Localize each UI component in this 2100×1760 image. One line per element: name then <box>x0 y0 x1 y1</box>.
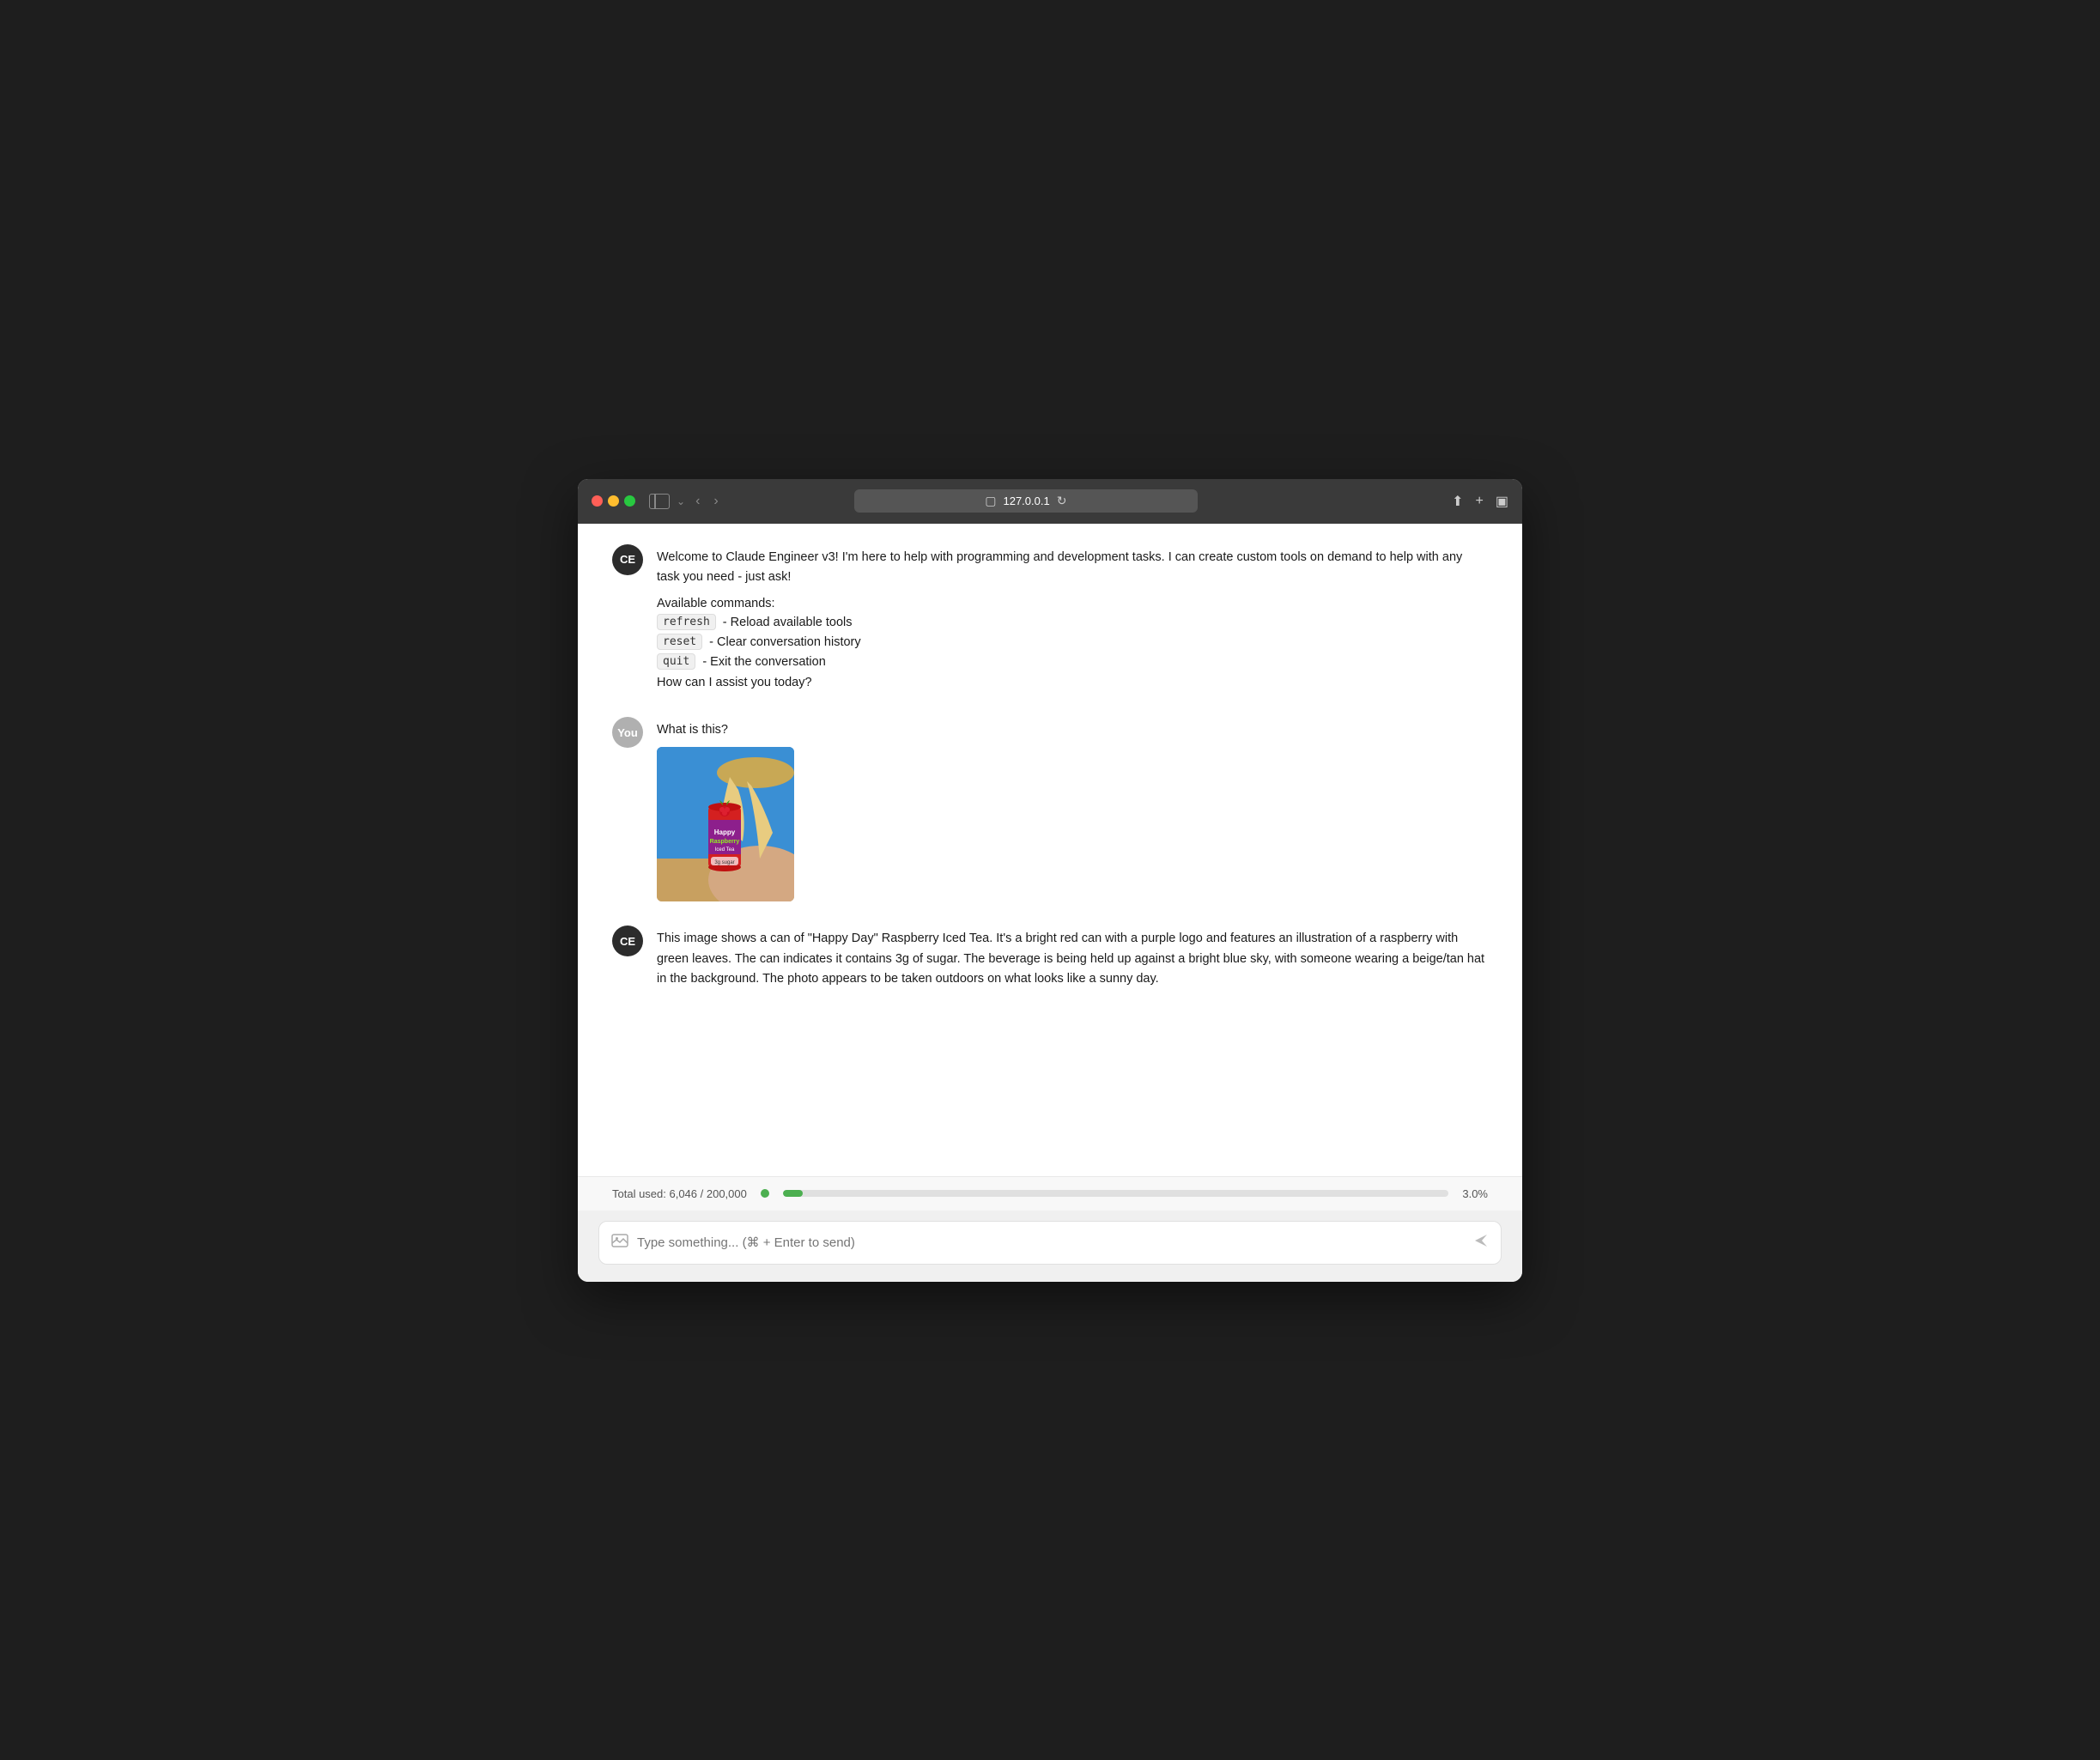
quit-tag: quit <box>657 653 695 670</box>
ce-response-message: CE This image shows a can of "Happy Day"… <box>612 926 1488 989</box>
ce-response-avatar: CE <box>612 926 643 956</box>
ce-response-text: This image shows a can of "Happy Day" Ra… <box>657 929 1488 989</box>
command-reset: reset - Clear conversation history <box>657 634 1488 650</box>
you-avatar: You <box>612 717 643 748</box>
forward-button[interactable]: › <box>710 492 721 511</box>
ce-avatar: CE <box>612 544 643 575</box>
chat-container: CE Welcome to Claude Engineer v3! I'm he… <box>578 524 1522 1176</box>
refresh-desc: - Reload available tools <box>723 616 853 629</box>
quit-desc: - Exit the conversation <box>702 655 825 669</box>
commands-list: Available commands: refresh - Reload ava… <box>657 594 1488 670</box>
sidebar-toggle-button[interactable] <box>649 494 670 509</box>
page-icon: ▢ <box>985 494 996 508</box>
traffic-light-green[interactable] <box>624 495 635 507</box>
reset-tag: reset <box>657 634 702 650</box>
ce-welcome-message: CE Welcome to Claude Engineer v3! I'm he… <box>612 544 1488 694</box>
tabs-button[interactable]: ▣ <box>1496 493 1508 510</box>
progress-dot <box>761 1189 769 1198</box>
reload-button[interactable]: ↻ <box>1057 494 1067 508</box>
command-quit: quit - Exit the conversation <box>657 653 1488 670</box>
send-button[interactable] <box>1473 1233 1489 1253</box>
new-tab-button[interactable]: + <box>1476 494 1484 509</box>
user-message: You What is this? <box>612 717 1488 901</box>
svg-text:Happy: Happy <box>714 828 736 836</box>
url-text: 127.0.0.1 <box>1003 495 1049 507</box>
welcome-text-footer: How can I assist you today? <box>657 673 1488 693</box>
progress-label: Total used: 6,046 / 200,000 <box>612 1187 747 1200</box>
back-button[interactable]: ‹ <box>692 492 703 511</box>
progress-fill <box>783 1190 803 1197</box>
traffic-light-red[interactable] <box>592 495 603 507</box>
browser-window: ⌄ ‹ › ▢ 127.0.0.1 ↻ ⬆ + ▣ CE Welcome to … <box>578 479 1522 1282</box>
browser-actions: ⬆ + ▣ <box>1452 493 1508 510</box>
svg-text:3g sugar: 3g sugar <box>714 860 734 865</box>
address-bar[interactable]: ▢ 127.0.0.1 ↻ <box>854 489 1198 513</box>
reset-desc: - Clear conversation history <box>709 635 861 649</box>
ce-response-content: This image shows a can of "Happy Day" Ra… <box>657 926 1488 989</box>
traffic-lights <box>592 495 635 507</box>
command-refresh: refresh - Reload available tools <box>657 614 1488 630</box>
progress-percentage: 3.0% <box>1462 1187 1488 1200</box>
user-message-content: What is this? <box>657 717 1488 901</box>
welcome-text-main: Welcome to Claude Engineer v3! I'm here … <box>657 548 1488 587</box>
chevron-down-icon[interactable]: ⌄ <box>677 495 685 507</box>
ce-welcome-content: Welcome to Claude Engineer v3! I'm here … <box>657 544 1488 694</box>
can-scene-svg: Happy Raspberry Iced Tea 3g sugar <box>657 747 794 901</box>
browser-controls: ⌄ ‹ › <box>649 492 722 511</box>
traffic-light-yellow[interactable] <box>608 495 619 507</box>
svg-text:Raspberry: Raspberry <box>710 839 740 845</box>
svg-text:Iced Tea: Iced Tea <box>715 847 735 853</box>
user-text: What is this? <box>657 720 1488 740</box>
progress-track <box>783 1190 1449 1197</box>
input-area <box>578 1211 1522 1282</box>
refresh-tag: refresh <box>657 614 716 630</box>
share-button[interactable]: ⬆ <box>1452 493 1463 510</box>
input-box <box>598 1221 1502 1265</box>
image-upload-button[interactable] <box>611 1232 628 1253</box>
chat-input[interactable] <box>637 1235 1465 1250</box>
user-uploaded-image: Happy Raspberry Iced Tea 3g sugar <box>657 747 794 901</box>
available-commands-label: Available commands: <box>657 594 1488 614</box>
progress-bar-area: Total used: 6,046 / 200,000 3.0% <box>578 1176 1522 1211</box>
browser-chrome: ⌄ ‹ › ▢ 127.0.0.1 ↻ ⬆ + ▣ <box>578 479 1522 524</box>
